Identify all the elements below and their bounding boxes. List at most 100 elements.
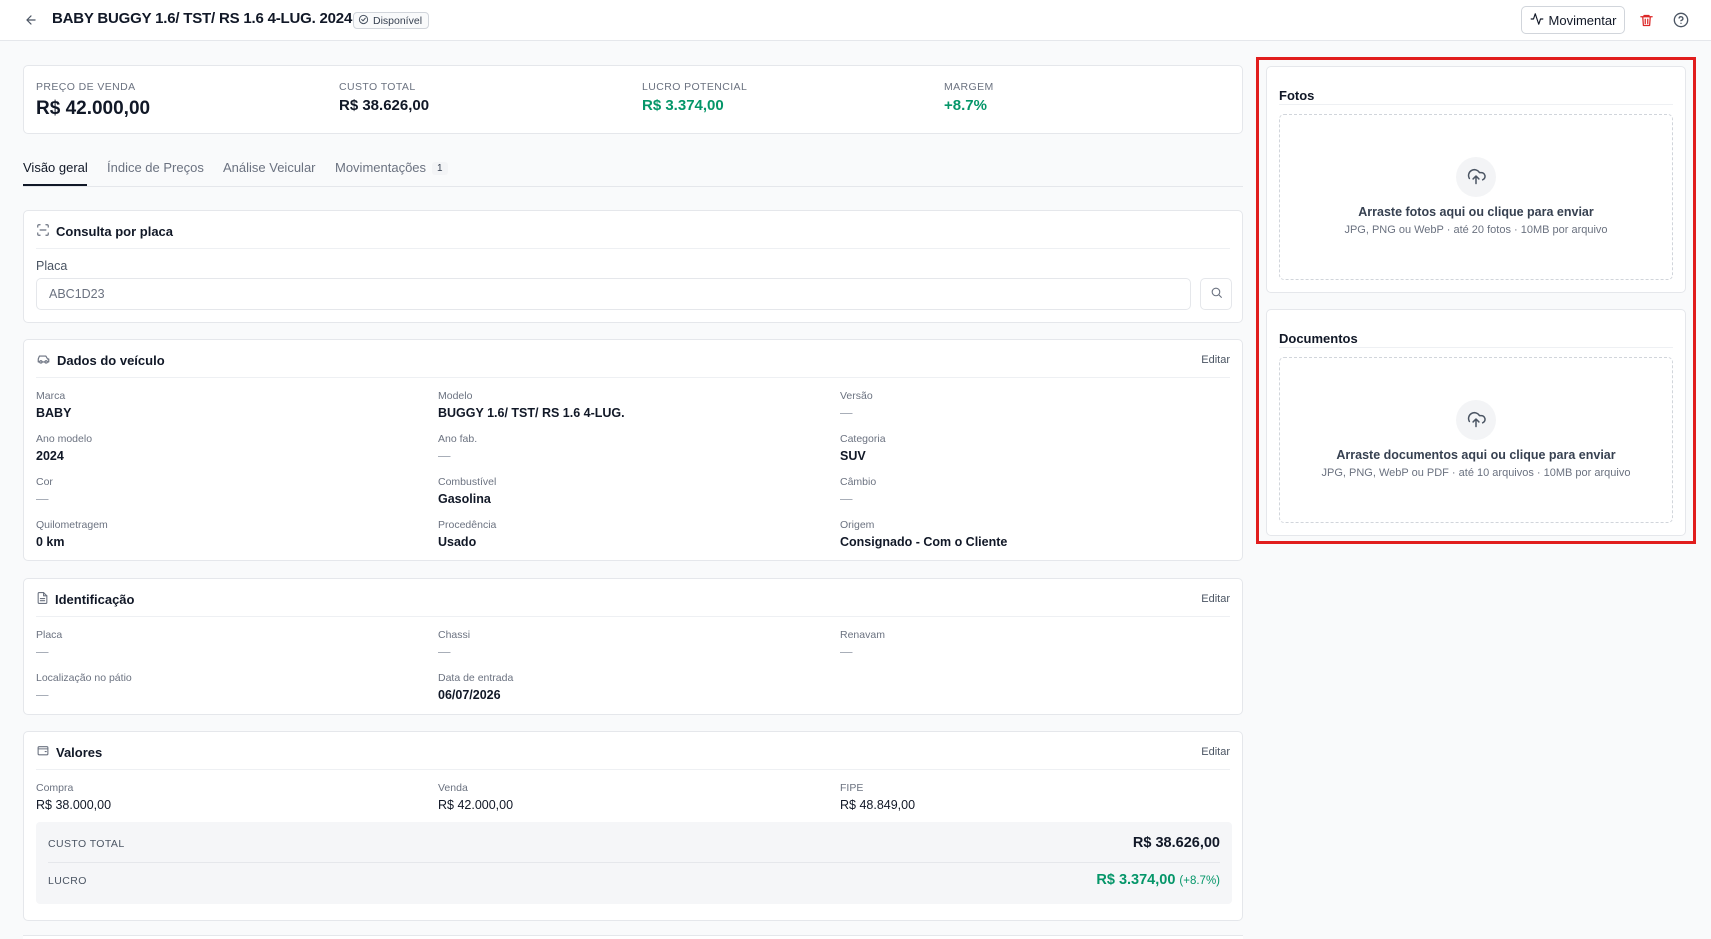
active-tab-indicator xyxy=(23,184,87,186)
field-value: — xyxy=(840,492,853,506)
section-title: Identificação xyxy=(55,592,135,607)
consulta-placa-card: Consulta por placa Placa xyxy=(23,210,1243,323)
field-value: — xyxy=(840,406,853,420)
lucro-percent: (+8.7%) xyxy=(1179,875,1220,887)
summary-card: PREÇO DE VENDA R$ 42.000,00 CUSTO TOTAL … xyxy=(23,65,1243,134)
tab-movimentacoes-label: Movimentações xyxy=(335,160,427,175)
field-value: — xyxy=(840,645,853,659)
tab-movimentacoes[interactable]: Movimentações 1 xyxy=(335,160,448,175)
field-value: R$ 48.849,00 xyxy=(840,798,916,812)
divider xyxy=(48,862,1220,863)
identificacao-card: Identificação Editar Placa — Chassi — Re… xyxy=(23,578,1243,715)
totals-box: CUSTO TOTAL R$ 38.626,00 LUCRO R$ 3.374,… xyxy=(36,822,1232,904)
tab-count-badge: 1 xyxy=(432,162,448,175)
top-bar: BABY BUGGY 1.6/ TST/ RS 1.6 4-LUG. 2024 … xyxy=(0,0,1711,41)
stat-label: CUSTO TOTAL xyxy=(339,81,416,93)
dados-veiculo-card: Dados do veículo Editar Marca BABY Model… xyxy=(23,339,1243,561)
field-label: Venda xyxy=(438,782,468,794)
search-button[interactable] xyxy=(1200,278,1232,310)
consulta-header: Consulta por placa xyxy=(36,223,1230,240)
identificacao-header: Identificação xyxy=(36,591,1230,608)
status-badge: Disponível xyxy=(353,12,430,29)
movimentar-label: Movimentar xyxy=(1548,12,1617,28)
placa-field-label: Placa xyxy=(36,259,68,273)
field-value: Gasolina xyxy=(438,492,491,506)
next-card-edge xyxy=(23,935,1243,939)
field-value: — xyxy=(36,645,49,659)
field-value: R$ 38.000,00 xyxy=(36,798,112,812)
field-label: Data de entrada xyxy=(438,672,514,684)
tab-visao-geral[interactable]: Visão geral xyxy=(23,160,88,175)
section-title: Dados do veículo xyxy=(57,353,165,368)
field-value: — xyxy=(438,645,451,659)
field-label: Modelo xyxy=(438,390,473,402)
scan-icon xyxy=(36,223,50,240)
activity-icon xyxy=(1530,12,1544,29)
divider xyxy=(36,377,1230,378)
placa-input[interactable] xyxy=(36,278,1191,310)
help-icon[interactable] xyxy=(1671,10,1691,30)
field-label: Ano fab. xyxy=(438,433,478,445)
edit-dados-link[interactable]: Editar xyxy=(1201,354,1230,366)
field-label: Ano modelo xyxy=(36,433,93,445)
field-value: 0 km xyxy=(36,535,65,549)
back-arrow-icon[interactable] xyxy=(22,11,40,29)
tab-analise-veicular[interactable]: Análise Veicular xyxy=(223,160,316,175)
field-value: Consignado - Com o Cliente xyxy=(840,535,1008,549)
field-label: Câmbio xyxy=(840,476,877,488)
field-label: Chassi xyxy=(438,629,471,641)
field-label: FIPE xyxy=(840,782,864,794)
lucro-amount: R$ 3.374,00 xyxy=(1096,872,1176,888)
divider xyxy=(36,248,1230,249)
tab-indice-precos[interactable]: Índice de Preços xyxy=(107,160,204,175)
field-label: Versão xyxy=(840,390,873,402)
movimentar-button[interactable]: Movimentar xyxy=(1521,6,1625,34)
divider xyxy=(36,616,1230,617)
field-label: Localização no pátio xyxy=(36,672,132,684)
section-title: Consulta por placa xyxy=(56,224,174,239)
wallet-icon xyxy=(36,744,50,760)
page-title: BABY BUGGY 1.6/ TST/ RS 1.6 4-LUG. 2024 xyxy=(52,10,353,27)
custo-total-label: CUSTO TOTAL xyxy=(48,838,125,850)
lucro-value: R$ 3.374,00 (+8.7%) xyxy=(1096,872,1220,888)
field-value: 2024 xyxy=(36,449,64,463)
tab-bar: Visão geral Índice de Preços Análise Vei… xyxy=(23,152,1243,187)
search-icon xyxy=(1210,286,1223,302)
car-icon xyxy=(36,352,51,369)
field-value: — xyxy=(36,492,49,506)
dados-header: Dados do veículo xyxy=(36,352,1230,369)
trash-icon[interactable] xyxy=(1636,10,1656,30)
field-value: R$ 42.000,00 xyxy=(438,798,514,812)
field-value: 06/07/2026 xyxy=(438,688,501,702)
stat-value-margem: +8.7% xyxy=(944,97,987,114)
field-label: Origem xyxy=(840,519,875,531)
field-value: BUGGY 1.6/ TST/ RS 1.6 4-LUG. xyxy=(438,406,625,420)
valores-card: Valores Editar Compra R$ 38.000,00 Venda… xyxy=(23,731,1243,921)
field-value: BABY xyxy=(36,406,72,420)
field-value: — xyxy=(438,449,451,463)
custo-total-value: R$ 38.626,00 xyxy=(1132,835,1220,851)
stat-value-preco: R$ 42.000,00 xyxy=(36,98,151,119)
field-label: Placa xyxy=(36,629,63,641)
valores-header: Valores xyxy=(36,744,1230,760)
stat-label: MARGEM xyxy=(944,81,994,93)
highlight-box xyxy=(1256,57,1696,544)
field-value: — xyxy=(36,688,49,702)
field-label: Compra xyxy=(36,782,74,794)
field-label: Combustível xyxy=(438,476,497,488)
field-label: Marca xyxy=(36,390,66,402)
field-label: Cor xyxy=(36,476,53,488)
stat-value-custo: R$ 38.626,00 xyxy=(339,97,430,114)
edit-valores-link[interactable]: Editar xyxy=(1201,746,1230,758)
stat-label: LUCRO POTENCIAL xyxy=(642,81,748,93)
stat-value-lucro: R$ 3.374,00 xyxy=(642,97,724,114)
field-value: SUV xyxy=(840,449,866,463)
edit-identificacao-link[interactable]: Editar xyxy=(1201,593,1230,605)
field-label: Quilometragem xyxy=(36,519,108,531)
document-icon xyxy=(36,591,49,608)
field-label: Categoria xyxy=(840,433,886,445)
field-value: Usado xyxy=(438,535,477,549)
check-circle-icon xyxy=(358,14,369,28)
section-title: Valores xyxy=(56,744,103,760)
divider xyxy=(36,769,1230,770)
